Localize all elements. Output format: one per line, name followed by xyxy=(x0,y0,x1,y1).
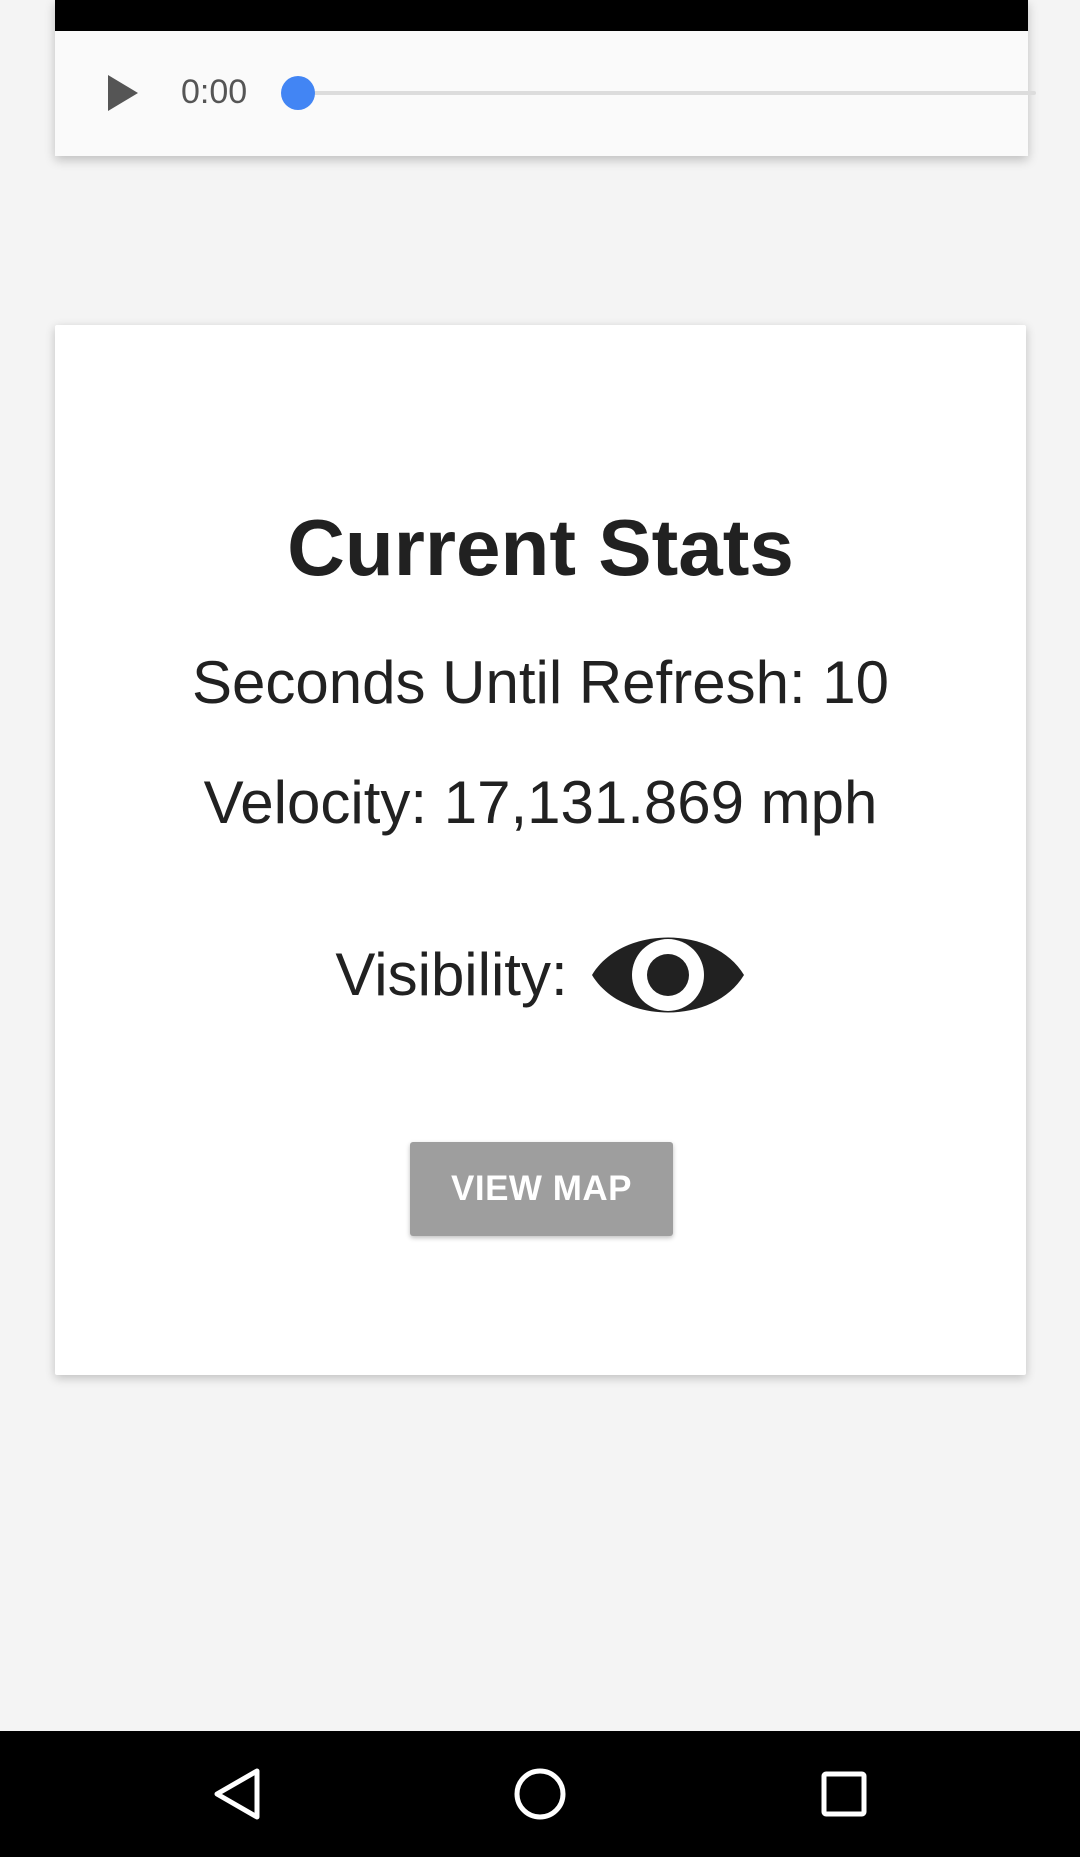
play-icon xyxy=(108,75,138,111)
view-map-button[interactable]: VIEW MAP xyxy=(410,1142,673,1236)
home-circle-icon xyxy=(514,1768,566,1820)
stats-title: Current Stats xyxy=(287,503,794,592)
eye-icon xyxy=(591,937,744,1013)
audio-player: 0:00 xyxy=(55,0,1036,156)
nav-recents-button[interactable] xyxy=(814,1764,874,1824)
velocity-readout: Velocity: 17,131.869 mph xyxy=(203,769,878,836)
play-button[interactable] xyxy=(103,70,143,116)
refresh-countdown: Seconds Until Refresh: 10 xyxy=(191,649,890,716)
navigation-bar xyxy=(0,1731,1080,1857)
recents-square-icon xyxy=(821,1771,867,1817)
stats-card: Current Stats Seconds Until Refresh: 10 … xyxy=(55,325,1026,1375)
current-time: 0:00 xyxy=(181,73,248,111)
nav-back-button[interactable] xyxy=(207,1764,267,1824)
progress-thumb[interactable] xyxy=(281,76,315,110)
visibility-label: Visibility: xyxy=(335,941,568,1008)
progress-slider[interactable] xyxy=(281,76,1036,110)
visibility-row: Visibility: xyxy=(55,921,1026,1029)
back-triangle-icon xyxy=(214,1768,260,1820)
nav-home-button[interactable] xyxy=(510,1764,570,1824)
video-area xyxy=(55,0,1028,31)
